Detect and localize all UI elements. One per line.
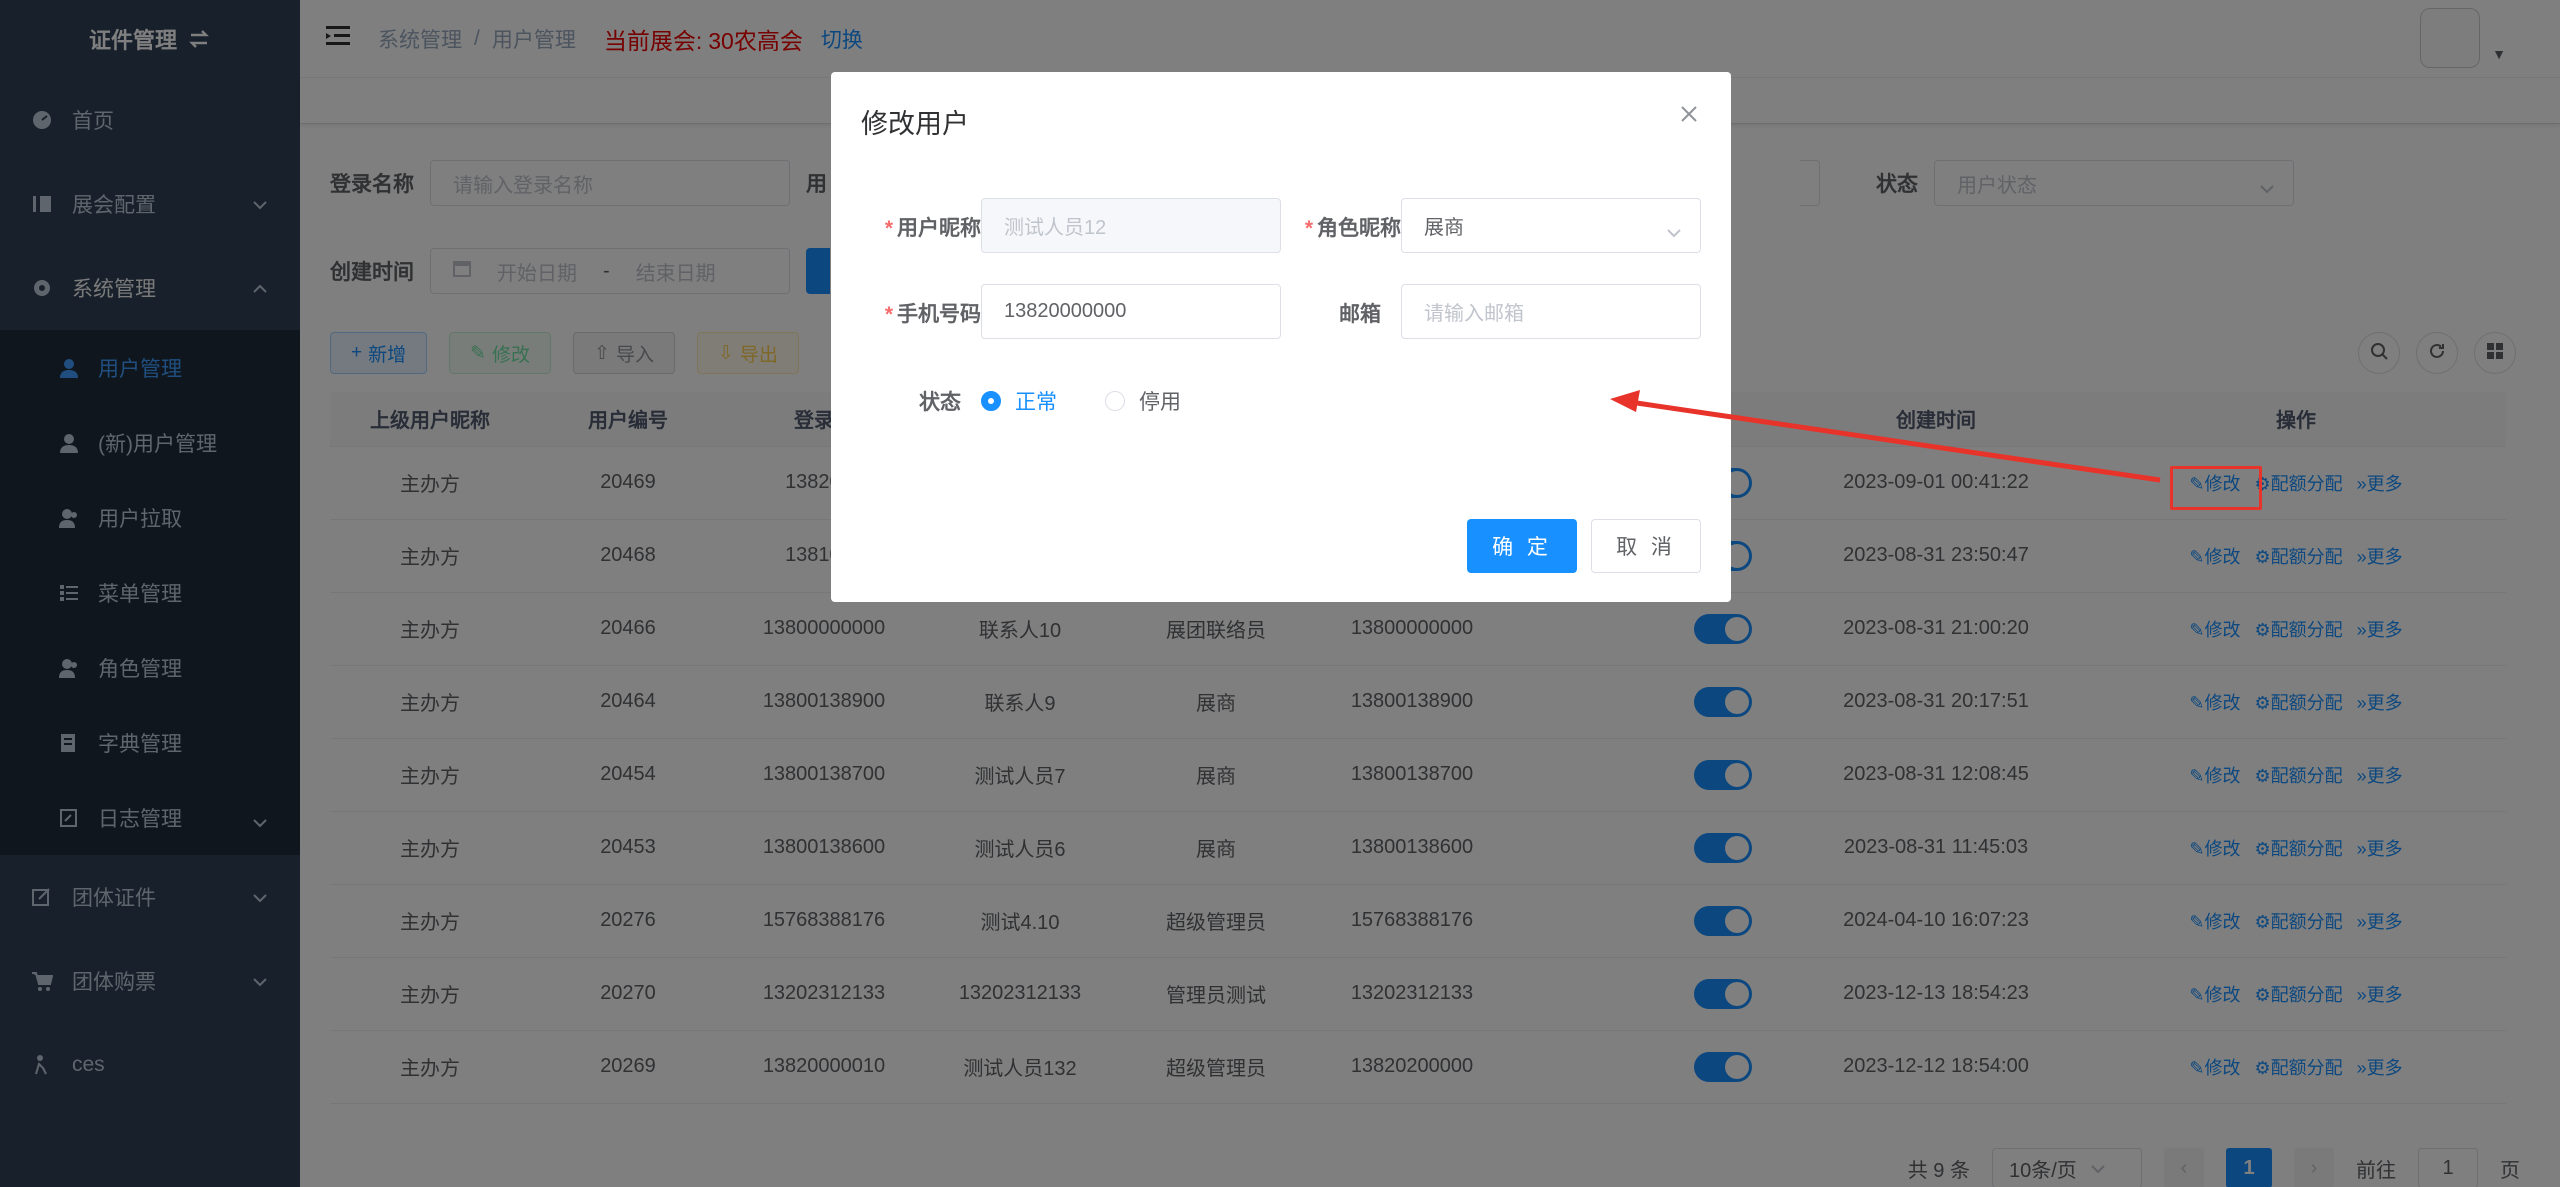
annotation-arrow	[1610, 390, 2161, 483]
